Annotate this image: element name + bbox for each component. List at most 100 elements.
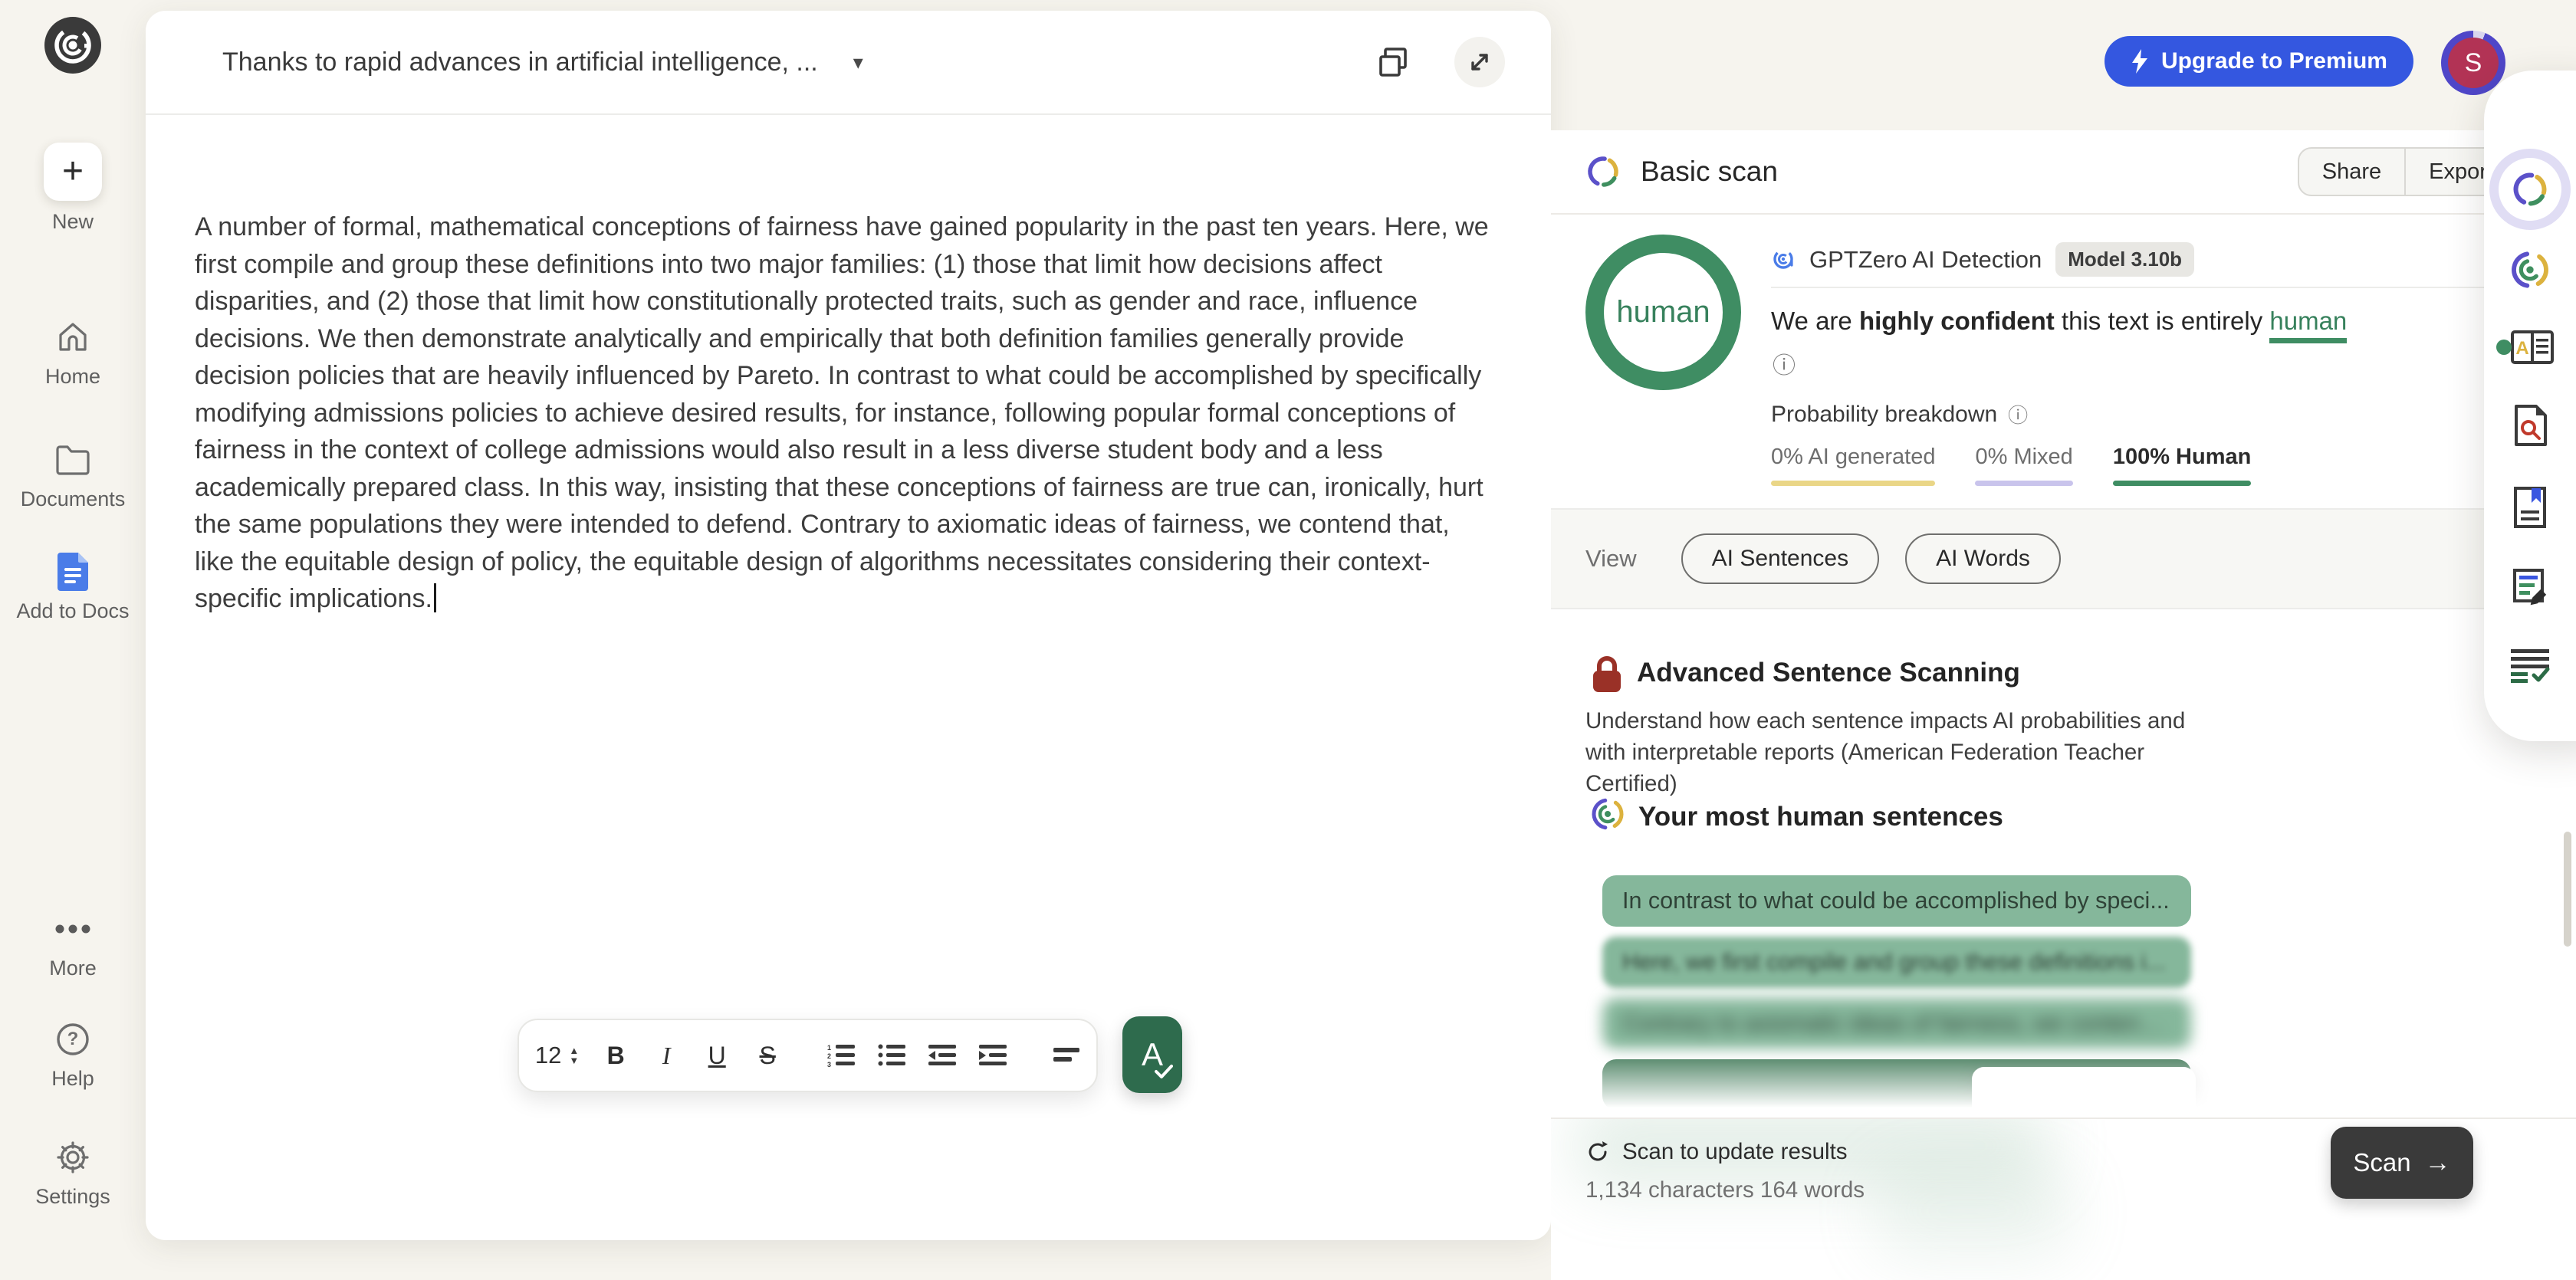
- underline-button[interactable]: U: [703, 1042, 731, 1070]
- probability-items: 0% AI generated 0% Mixed 100% Human: [1771, 445, 2251, 486]
- indent-button[interactable]: [979, 1043, 1007, 1068]
- refresh-icon: [1585, 1140, 1610, 1164]
- sidebar-item-more[interactable]: More: [0, 911, 146, 980]
- bold-button[interactable]: B: [602, 1042, 629, 1070]
- home-icon: [54, 319, 91, 356]
- plus-icon: +: [62, 153, 84, 190]
- sidebar-item-settings[interactable]: Settings: [0, 1139, 146, 1209]
- formatting-toolbar: 12 ▲▼ B I U S 123: [518, 1019, 1098, 1092]
- gptzero-logo-icon[interactable]: [44, 17, 101, 74]
- confidence-highlight[interactable]: human: [2269, 307, 2347, 343]
- gear-icon: [54, 1139, 91, 1176]
- gptzero-blue-icon: [1771, 248, 1796, 272]
- confidence-prefix: We are: [1771, 307, 1859, 335]
- avatar[interactable]: S: [2441, 31, 2505, 95]
- rail-plagiarism-check[interactable]: [2484, 405, 2576, 448]
- avatar-initial: S: [2465, 48, 2482, 78]
- tools-rail: A: [2484, 71, 2576, 741]
- copy-icon[interactable]: [1376, 44, 1411, 80]
- lock-icon: [1591, 653, 1623, 698]
- result-label: human: [1616, 295, 1710, 330]
- stepper-arrows-icon: ▲▼: [569, 1045, 579, 1065]
- rail-summary-check[interactable]: [2484, 648, 2576, 683]
- probability-mixed[interactable]: 0% Mixed: [1975, 445, 2072, 486]
- google-docs-icon: [54, 553, 91, 590]
- scan-footer: Scan to update results 1,134 characters …: [1551, 1118, 2576, 1280]
- ai-sentences-button[interactable]: AI Sentences: [1681, 533, 1879, 584]
- strikethrough-button[interactable]: S: [754, 1042, 781, 1070]
- sidebar-item-help[interactable]: ? Help: [0, 1021, 146, 1091]
- sidebar-item-label: Settings: [35, 1185, 110, 1209]
- info-icon[interactable]: ⓘ: [2008, 400, 2028, 428]
- scan-update-hint: Scan to update results: [1622, 1139, 1848, 1165]
- expand-button[interactable]: [1454, 37, 1505, 87]
- svg-text:1: 1: [827, 1044, 831, 1052]
- rail-writing-feedback[interactable]: [2484, 567, 2576, 607]
- share-button[interactable]: Share: [2298, 147, 2406, 196]
- upgrade-to-premium-button[interactable]: Upgrade to Premium: [2104, 36, 2413, 87]
- character-word-count: 1,134 characters 164 words: [1585, 1177, 1865, 1203]
- document-search-icon: [2512, 405, 2548, 448]
- sidebar-item-label: New: [52, 210, 94, 234]
- fade-overlay: [1551, 1044, 2576, 1119]
- gptzero-app: + New Home Documents: [0, 0, 2576, 1280]
- confidence-statement: We are highly confident this text is ent…: [1771, 307, 2347, 336]
- view-label: View: [1585, 545, 1637, 573]
- rail-ai-detection[interactable]: [2484, 248, 2576, 291]
- advanced-scanning-title: Advanced Sentence Scanning: [1637, 658, 2020, 688]
- active-indicator-ring: [2489, 149, 2571, 230]
- sidebar-item-label: Documents: [21, 487, 126, 511]
- panel-title: Basic scan: [1641, 156, 1778, 188]
- prob-value: 0%: [1771, 445, 1803, 469]
- more-dots-icon: [54, 911, 91, 947]
- confidence-bold: highly confident: [1859, 307, 2055, 335]
- sidebar-item-home[interactable]: Home: [0, 319, 146, 389]
- numbered-list-button[interactable]: 123: [827, 1043, 855, 1068]
- font-size-stepper[interactable]: 12 ▲▼: [535, 1042, 579, 1069]
- prob-label-text: Human: [2176, 445, 2251, 469]
- confidence-middle: this text is entirely: [2055, 307, 2270, 335]
- document-paragraph: A number of formal, mathematical concept…: [195, 212, 1489, 613]
- prob-label-text: Mixed: [2013, 445, 2072, 469]
- scan-button[interactable]: Scan →: [2331, 1127, 2473, 1199]
- human-sentence-pill[interactable]: In contrast to what could be accomplishe…: [1602, 875, 2191, 927]
- sidebar-item-new[interactable]: + New: [0, 143, 146, 234]
- scrollbar-thumb[interactable]: [2564, 832, 2571, 947]
- folder-icon: [54, 441, 91, 478]
- view-selector-band: View AI Sentences AI Words: [1551, 508, 2576, 609]
- svg-text:A: A: [2515, 338, 2528, 359]
- human-sentence-pill-blurred[interactable]: Here, we first compile and group these d…: [1602, 937, 2191, 988]
- italic-button[interactable]: I: [652, 1042, 680, 1070]
- align-button[interactable]: [1053, 1046, 1080, 1065]
- help-icon: ?: [54, 1021, 91, 1058]
- rail-basic-scan-active[interactable]: [2484, 149, 2576, 230]
- prob-underline-ai: [1771, 481, 1935, 486]
- sidebar-item-add-to-docs[interactable]: Add to Docs: [0, 553, 146, 623]
- info-icon[interactable]: ⓘ: [1773, 346, 1796, 380]
- probability-ai-generated[interactable]: 0% AI generated: [1771, 445, 1935, 486]
- human-sentence-pill-blurred[interactable]: Contrary to axiomatic ideas of fairness,…: [1602, 998, 2191, 1049]
- sidebar-item-documents[interactable]: Documents: [0, 441, 146, 511]
- document-edit-icon: [2510, 567, 2550, 607]
- sidebar: + New Home Documents: [0, 0, 146, 1280]
- sidebar-item-label: Add to Docs: [16, 599, 129, 623]
- document-text[interactable]: A number of formal, mathematical concept…: [195, 208, 1496, 618]
- sidebar-item-label: More: [49, 957, 97, 980]
- bookmark-document-icon: [2512, 486, 2548, 529]
- svg-text:?: ?: [67, 1029, 79, 1049]
- new-document-button[interactable]: +: [44, 143, 102, 201]
- document-title[interactable]: Thanks to rapid advances in artificial i…: [222, 48, 818, 77]
- probability-human[interactable]: 100% Human: [2113, 445, 2252, 486]
- ai-words-button[interactable]: AI Words: [1905, 533, 2061, 584]
- title-dropdown-caret-icon[interactable]: ▾: [853, 51, 863, 74]
- gptzero-color-icon: [2509, 248, 2551, 291]
- outdent-button[interactable]: [928, 1043, 956, 1068]
- grammar-check-button[interactable]: A: [1122, 1016, 1182, 1093]
- bulleted-list-button[interactable]: [878, 1043, 905, 1068]
- scan-panel-header: Basic scan Share Export: [1551, 130, 2576, 215]
- prob-underline-human: [2113, 481, 2252, 486]
- rail-dictionary[interactable]: A: [2484, 330, 2576, 365]
- rail-citations[interactable]: [2484, 486, 2576, 529]
- dictionary-icon: A: [2506, 330, 2554, 365]
- notification-dot: [2496, 340, 2512, 355]
